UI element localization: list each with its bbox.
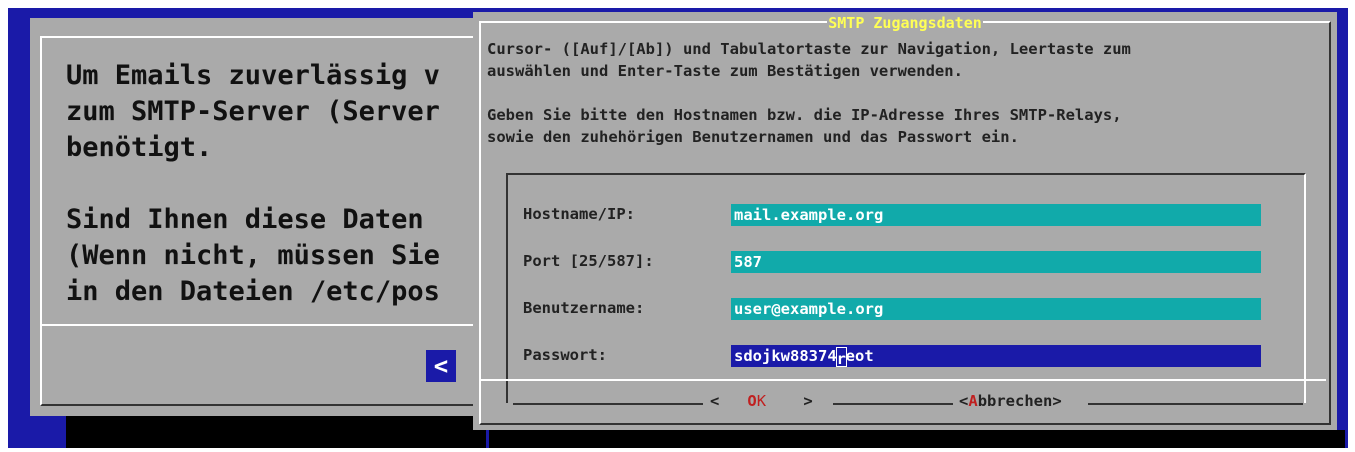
form-area: Hostname/IP: mail.example.org Port [25/5… xyxy=(481,173,1336,409)
smtp-credentials-dialog: SMTP Zugangsdaten Cursor- ([Auf]/[Ab]) u… xyxy=(473,12,1337,430)
dialog-instructions: Cursor- ([Auf]/[Ab]) und Tabulatortaste … xyxy=(487,40,1131,146)
hostname-input[interactable]: mail.example.org xyxy=(731,204,1261,226)
back-dialog: Um Emails zuverlässig v zum SMTP-Server … xyxy=(30,18,480,416)
back-dialog-message: Um Emails zuverlässig v zum SMTP-Server … xyxy=(66,60,440,307)
back-dialog-shadow xyxy=(66,416,486,448)
password-input[interactable]: sdojkw88374reot xyxy=(731,345,1261,368)
port-label: Port [25/587]: xyxy=(523,252,654,270)
back-dialog-button[interactable]: < xyxy=(426,350,456,382)
port-input[interactable]: 587 xyxy=(731,251,1261,273)
button-row-line-middle xyxy=(833,403,953,405)
form-separator xyxy=(481,379,1326,381)
password-label: Passwort: xyxy=(523,346,607,364)
back-dialog-separator xyxy=(40,324,480,326)
username-label: Benutzername: xyxy=(523,299,645,317)
ok-button[interactable]: < OK > xyxy=(710,392,813,410)
button-row-line-left xyxy=(513,403,703,405)
username-input[interactable]: user@example.org xyxy=(731,298,1261,320)
hostname-label: Hostname/IP: xyxy=(523,205,635,223)
cancel-button[interactable]: <Abbrechen> xyxy=(959,392,1062,410)
front-dialog-shadow xyxy=(489,430,1345,448)
button-row-line-right xyxy=(1088,403,1303,405)
dialog-title: SMTP Zugangsdaten xyxy=(827,14,983,32)
